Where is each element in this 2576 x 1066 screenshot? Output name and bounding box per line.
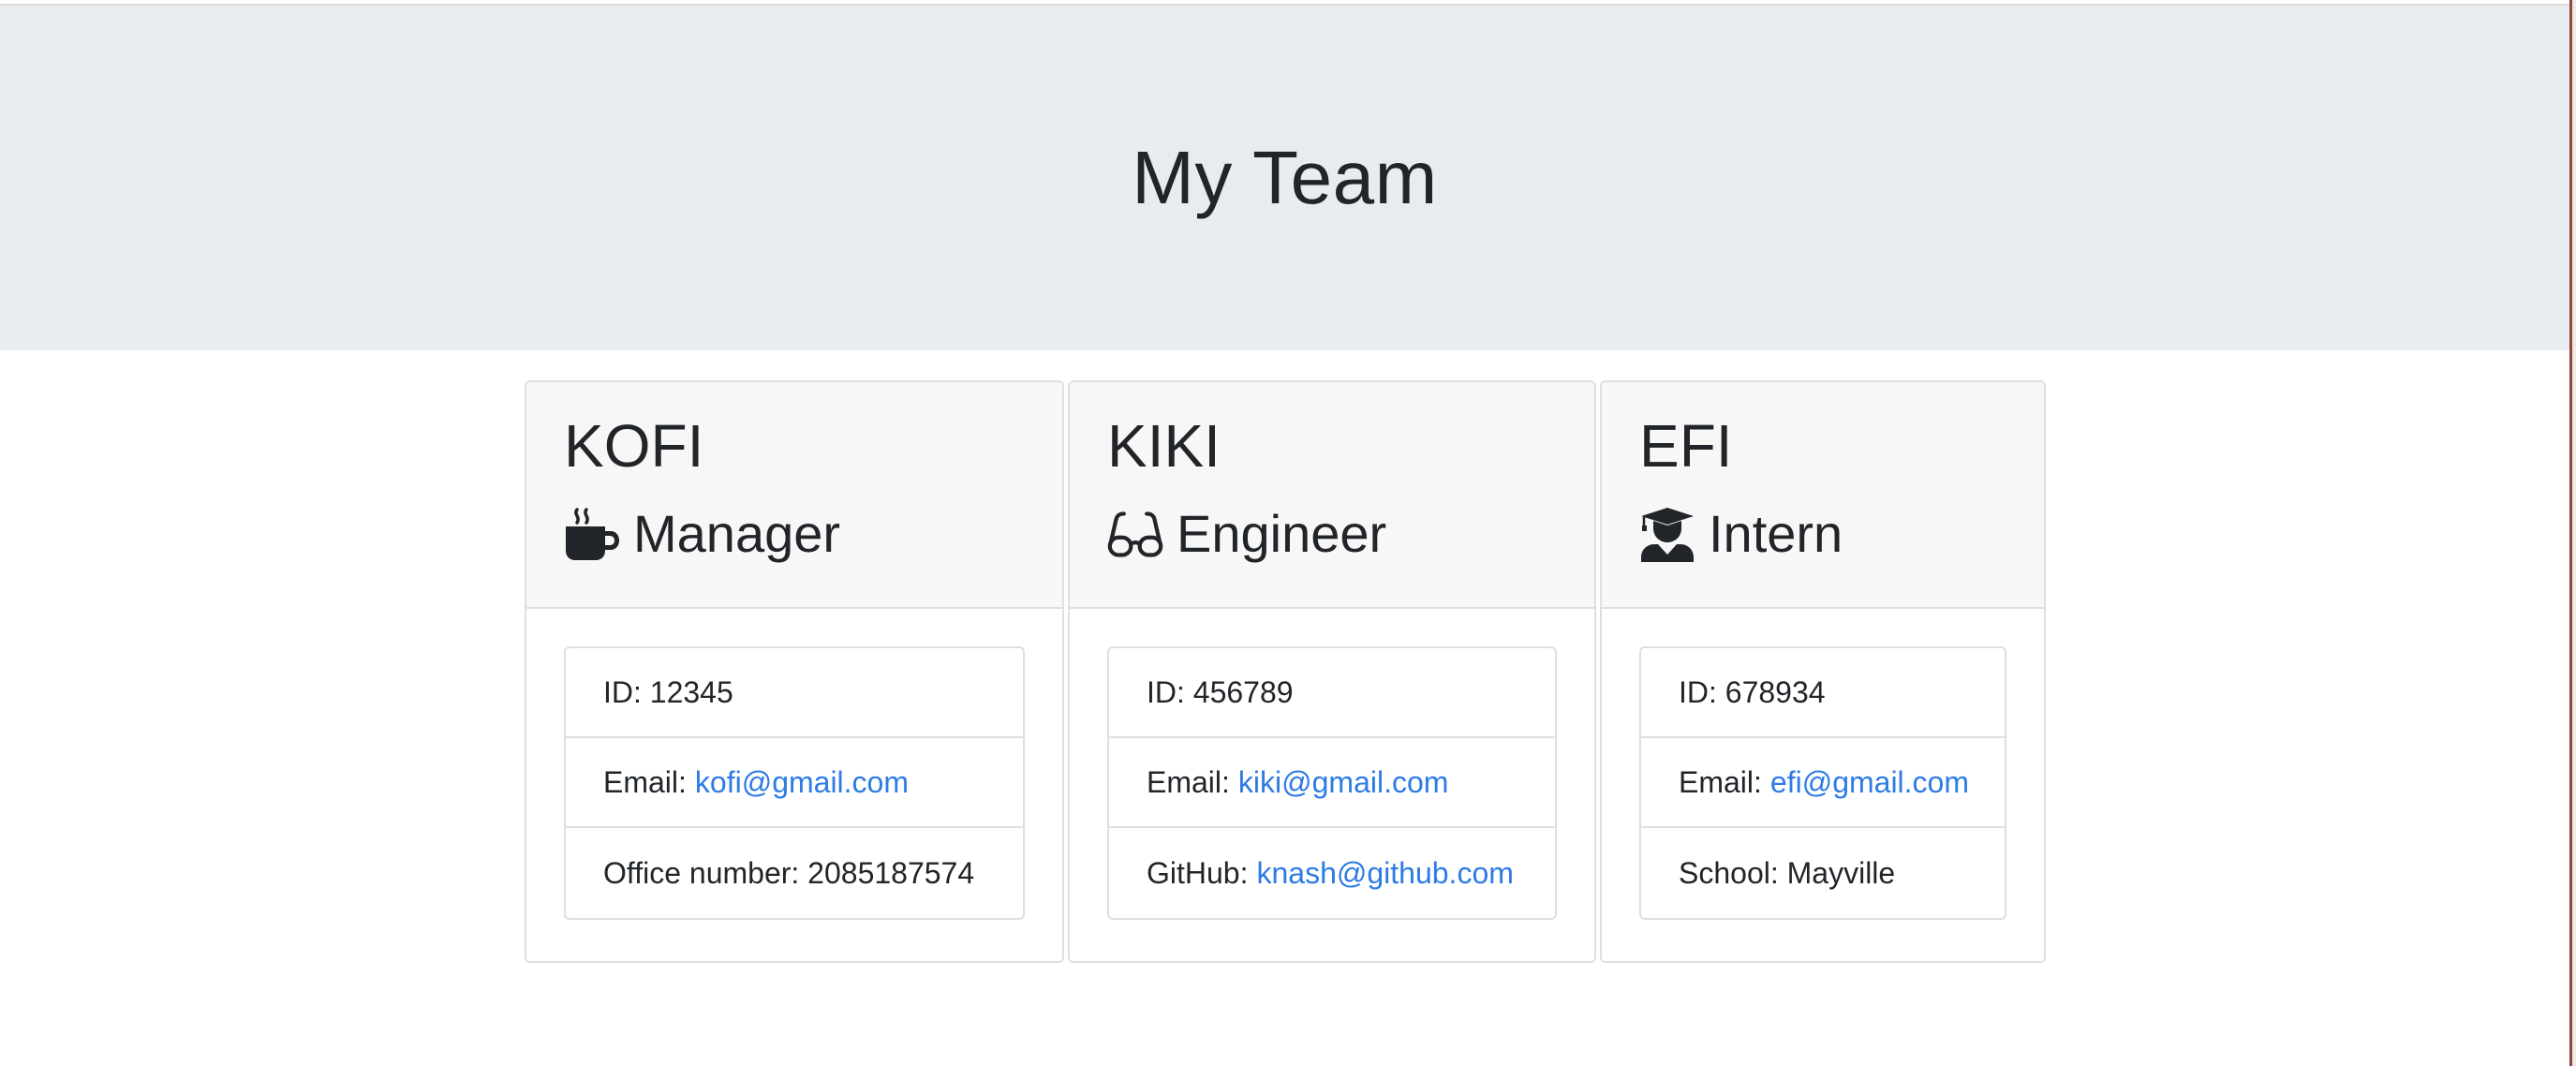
list-item-id: ID: 678934 <box>1641 648 2005 738</box>
list-item-id: ID: 456789 <box>1109 648 1555 738</box>
email-link[interactable]: kiki@gmail.com <box>1238 763 1449 801</box>
page-title: My Team <box>1132 136 1438 219</box>
email-label: Email: <box>603 765 687 799</box>
card-header: EFI Intern <box>1602 382 2044 609</box>
employee-name: KOFI <box>564 412 704 480</box>
card-body: ID: 678934 Email: efi@gmail.com School: … <box>1602 609 2044 957</box>
id-text: ID: 456789 <box>1147 675 1294 709</box>
employee-card-engineer: KIKI Engineer ID: 456789 Email: kiki@gma… <box>1068 380 1596 963</box>
employee-role: Intern <box>1639 500 1843 568</box>
list-item-github: GitHub: knash@github.com <box>1109 828 1555 918</box>
github-label: GitHub: <box>1147 856 1249 890</box>
user-graduate-icon <box>1639 506 1695 562</box>
email-link[interactable]: kofi@gmail.com <box>695 763 909 801</box>
office-number-text: Office number: 2085187574 <box>603 856 975 890</box>
list-item-school: School: Mayville <box>1641 828 2005 918</box>
team-cards: KOFI Manager ID: 12345 Email: kofi@gmail… <box>525 380 2046 963</box>
id-text: ID: 12345 <box>603 675 733 709</box>
employee-card-manager: KOFI Manager ID: 12345 Email: kofi@gmail… <box>525 380 1064 963</box>
list-item-email: Email: kiki@gmail.com <box>1109 738 1555 828</box>
card-body: ID: 456789 Email: kiki@gmail.com GitHub:… <box>1070 609 1594 957</box>
employee-name: KIKI <box>1107 412 1221 480</box>
list-item-id: ID: 12345 <box>566 648 1023 738</box>
employee-role: Engineer <box>1107 500 1386 568</box>
details-list: ID: 456789 Email: kiki@gmail.com GitHub:… <box>1107 646 1557 920</box>
employee-role: Manager <box>564 500 840 568</box>
window-edge-highlight <box>2572 0 2576 1066</box>
card-header: KOFI Manager <box>526 382 1062 609</box>
email-label: Email: <box>1147 765 1230 799</box>
list-item-email: Email: kofi@gmail.com <box>566 738 1023 828</box>
details-list: ID: 12345 Email: kofi@gmail.com Office n… <box>564 646 1025 920</box>
email-link[interactable]: efi@gmail.com <box>1770 763 1969 801</box>
employee-card-intern: EFI Intern ID: 678934 Email: efi@gmail.c… <box>1600 380 2046 963</box>
details-list: ID: 678934 Email: efi@gmail.com School: … <box>1639 646 2006 920</box>
role-label: Manager <box>633 504 841 563</box>
role-label: Engineer <box>1177 504 1387 563</box>
role-label: Intern <box>1709 504 1843 563</box>
email-label: Email: <box>1679 765 1762 799</box>
school-text: School: Mayville <box>1679 856 1896 890</box>
id-text: ID: 678934 <box>1679 675 1826 709</box>
card-body: ID: 12345 Email: kofi@gmail.com Office n… <box>526 609 1062 957</box>
glasses-icon <box>1107 506 1163 562</box>
github-link[interactable]: knash@github.com <box>1256 854 1513 892</box>
header-jumbotron: My Team <box>0 4 2569 350</box>
page: My Team KOFI Manager ID: 12345 Email: ko… <box>0 0 2576 1066</box>
employee-name: EFI <box>1639 412 1733 480</box>
list-item-office-number: Office number: 2085187574 <box>566 828 1023 918</box>
mug-hot-icon <box>564 506 620 562</box>
list-item-email: Email: efi@gmail.com <box>1641 738 2005 828</box>
card-header: KIKI Engineer <box>1070 382 1594 609</box>
